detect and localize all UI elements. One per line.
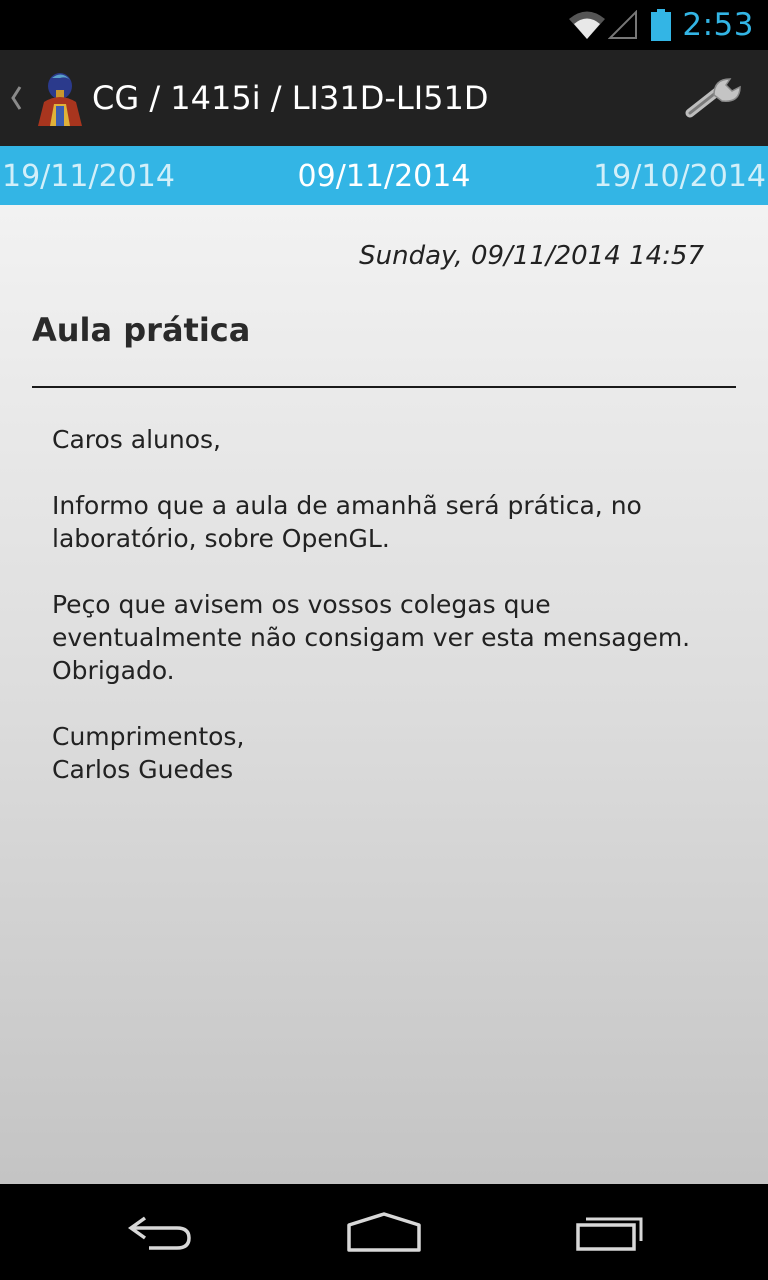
action-bar: CG / 1415i / LI31D-LI51D [0, 50, 768, 146]
date-tab-strip: 09/11/2014 19/11/2014 19/10/2014 [0, 146, 768, 205]
up-navigation-caret-icon[interactable] [2, 50, 30, 146]
recents-button[interactable] [560, 1202, 660, 1262]
clock: 2:53 [682, 7, 754, 43]
wifi-icon [569, 11, 606, 39]
post-body: Caros alunos, Informo que a aula de aman… [52, 423, 732, 819]
tab-newer-date[interactable]: 19/11/2014 [2, 146, 175, 205]
home-button[interactable] [334, 1202, 434, 1262]
body-paragraph: Cumprimentos, Carlos Guedes [52, 722, 245, 784]
signal-icon [608, 10, 638, 39]
battery-icon [651, 9, 672, 41]
body-paragraph: Peço que avisem os vossos colegas que ev… [52, 590, 691, 685]
title-divider [32, 386, 736, 388]
home-icon [347, 1212, 421, 1252]
back-icon [127, 1216, 191, 1250]
tab-older-date[interactable]: 19/10/2014 [593, 146, 766, 205]
page-title: CG / 1415i / LI31D-LI51D [92, 79, 489, 117]
post-title: Aula prática [32, 311, 251, 349]
app-logo-icon[interactable] [30, 68, 86, 128]
wrench-icon [685, 78, 741, 118]
system-navigation-bar [0, 1184, 768, 1280]
back-button[interactable] [110, 1202, 210, 1262]
body-paragraph: Informo que a aula de amanhã será prátic… [52, 491, 642, 553]
status-bar: 2:53 [0, 0, 768, 50]
settings-wrench-button[interactable] [682, 70, 746, 126]
recent-apps-icon [576, 1217, 643, 1251]
message-content: Sunday, 09/11/2014 14:57 Aula prática Ca… [0, 205, 768, 1184]
post-timestamp: Sunday, 09/11/2014 14:57 [359, 241, 704, 271]
body-paragraph: Caros alunos, [52, 425, 221, 454]
